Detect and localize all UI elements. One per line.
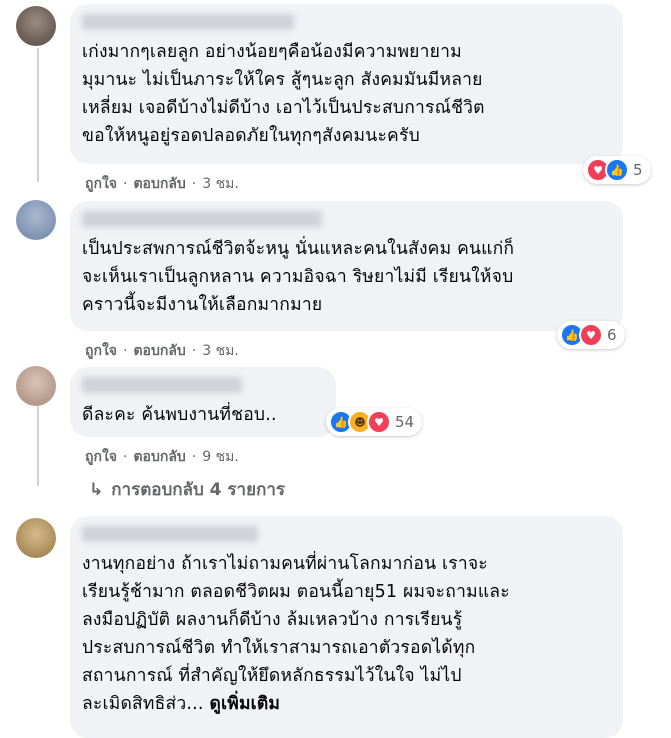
reaction-summary[interactable]: 👍 ☻ ♥ 54 bbox=[326, 408, 423, 436]
reply-link[interactable]: ตอบกลับ bbox=[133, 446, 185, 468]
separator: · bbox=[191, 343, 197, 359]
author-name[interactable] bbox=[82, 211, 322, 227]
reply-arrow-icon: ↳ bbox=[89, 479, 104, 500]
comment-actions: ถูกใจ · ตอบกลับ · 3 ชม. bbox=[85, 340, 239, 362]
reaction-count: 5 bbox=[633, 161, 643, 179]
like-link[interactable]: ถูกใจ bbox=[85, 173, 117, 195]
author-name[interactable] bbox=[82, 14, 294, 30]
comment-bubble: งานทุกอย่าง ถ้าเราไม่ถามคนที่ผ่านโลกมาก่… bbox=[70, 516, 623, 738]
see-more-link[interactable]: ดูเพิ่มเติม bbox=[209, 694, 280, 714]
comment-text: เก่งมากๆเลยลูก อย่างน้อยๆคือน้องมีความพย… bbox=[82, 42, 485, 146]
timestamp[interactable]: 9 ชม. bbox=[202, 446, 239, 468]
like-link[interactable]: ถูกใจ bbox=[85, 446, 117, 468]
love-icon: ♥ bbox=[367, 410, 391, 434]
comment-text: เป็นประสพการณ์ชีวิตจ้ะหนู นั่นแหละคนในสั… bbox=[82, 239, 515, 315]
comment-actions: ถูกใจ · ตอบกลับ · 3 ชม. bbox=[85, 173, 239, 195]
timestamp[interactable]: 3 ชม. bbox=[202, 340, 239, 362]
avatar[interactable] bbox=[16, 366, 56, 406]
reply-link[interactable]: ตอบกลับ bbox=[133, 173, 185, 195]
comment-text: ดีละคะ ค้นพบงานที่ชอบ.. bbox=[82, 405, 277, 425]
reaction-count: 54 bbox=[395, 413, 415, 431]
reply-link[interactable]: ตอบกลับ bbox=[133, 340, 185, 362]
like-link[interactable]: ถูกใจ bbox=[85, 340, 117, 362]
avatar[interactable] bbox=[16, 6, 56, 46]
reaction-summary[interactable]: 👍 ♥ 6 bbox=[557, 321, 625, 349]
timestamp[interactable]: 3 ชม. bbox=[202, 173, 239, 195]
thread-line bbox=[37, 406, 39, 486]
author-name[interactable] bbox=[82, 526, 258, 542]
separator: · bbox=[123, 176, 128, 192]
like-icon: 👍 bbox=[605, 158, 629, 182]
separator: · bbox=[191, 449, 197, 465]
love-icon: ♥ bbox=[579, 323, 603, 347]
avatar[interactable] bbox=[16, 200, 56, 240]
avatar[interactable] bbox=[16, 518, 56, 558]
comment-bubble: เป็นประสพการณ์ชีวิตจ้ะหนู นั่นแหละคนในสั… bbox=[70, 201, 623, 331]
reaction-count: 6 bbox=[607, 326, 617, 344]
comment-actions: ถูกใจ · ตอบกลับ · 9 ชม. bbox=[85, 446, 239, 468]
comment-bubble: เก่งมากๆเลยลูก อย่างน้อยๆคือน้องมีความพย… bbox=[70, 4, 623, 164]
comment-body: งานทุกอย่าง ถ้าเราไม่ถามคนที่ผ่านโลกมาก่… bbox=[82, 554, 510, 714]
reaction-summary[interactable]: ♥ 👍 5 bbox=[583, 156, 651, 184]
author-name[interactable] bbox=[82, 377, 242, 393]
view-replies-link[interactable]: ↳ การตอบกลับ 4 รายการ bbox=[89, 476, 285, 503]
separator: · bbox=[123, 343, 128, 359]
comment-text: งานทุกอย่าง ถ้าเราไม่ถามคนที่ผ่านโลกมาก่… bbox=[82, 550, 611, 718]
separator: · bbox=[123, 449, 128, 465]
replies-label: การตอบกลับ 4 รายการ bbox=[111, 480, 286, 500]
comment-bubble: ดีละคะ ค้นพบงานที่ชอบ.. bbox=[70, 367, 336, 437]
thread-line bbox=[37, 48, 39, 182]
separator: · bbox=[191, 176, 197, 192]
